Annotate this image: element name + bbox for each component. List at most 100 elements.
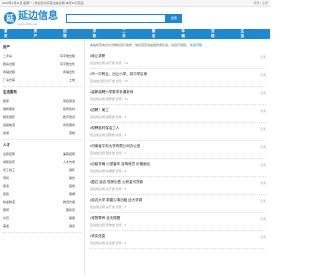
search-button[interactable]: 搜索 xyxy=(166,13,182,23)
sidebar-link[interactable]: 土地 xyxy=(69,78,75,82)
sidebar-link[interactable]: 搬家 xyxy=(3,99,9,103)
sidebar-divider xyxy=(3,232,81,233)
sidebar-link[interactable]: 家政保洁 xyxy=(63,99,75,103)
post-meta: 延边信息网 生活类 浏览：3 xyxy=(90,241,127,245)
sidebar-link[interactable]: 兼职招聘 xyxy=(63,152,75,156)
sidebar-link[interactable]: 全职招聘 xyxy=(3,152,15,156)
list-item[interactable]: •招聘！美工 今天 延边信息网 招聘类 浏览：9 xyxy=(90,105,266,123)
sidebar-divider xyxy=(3,139,81,140)
nav-home[interactable]: 首页 xyxy=(4,29,10,39)
sidebar-link[interactable]: 人才市场 xyxy=(63,160,75,164)
sidebar-link[interactable]: 美发 xyxy=(3,224,9,228)
notice-text: 本站所有信息均为网友自行发布，信息真实性由发布者负责，请自行辨别。 免责声明 xyxy=(90,43,266,47)
post-title[interactable]: •转让求职 xyxy=(90,54,105,59)
sidebar-row: 司机 餐饮 xyxy=(3,176,81,180)
nav-vehicles[interactable]: 车辆 xyxy=(181,29,187,39)
post-date: 今天 xyxy=(259,144,266,149)
post-date: 今天 xyxy=(259,72,266,77)
sidebar-link[interactable]: 旅游 xyxy=(3,131,9,135)
list-item[interactable]: •转让求职 今天 延边信息网 房产类 浏览：23 xyxy=(90,51,266,69)
list-item[interactable]: •盈石 延边 现房出售 公积金可贷款 今天延边信息网 房产类 浏览：5 xyxy=(90,177,266,195)
nav-services[interactable]: 服务 xyxy=(152,29,158,39)
nav-realestate[interactable]: 房产 xyxy=(34,29,40,39)
sidebar-link[interactable]: 二手房 xyxy=(3,54,12,58)
login-links[interactable]: 登录 | 注册 xyxy=(254,1,268,5)
sidebar-group-title: 房产 xyxy=(3,45,10,49)
post-date: 今天 xyxy=(259,90,266,95)
sidebar-link[interactable]: 家政 xyxy=(3,192,9,196)
site-logo[interactable]: 延 延边信息 www.yb0k.com xyxy=(4,11,64,26)
sidebar-link[interactable]: 销售 xyxy=(69,168,75,172)
disclaimer-link[interactable]: 免责声明 xyxy=(190,43,202,47)
site-header: 延 延边信息 www.yb0k.com 搜索 xyxy=(0,7,270,29)
list-item[interactable]: •现聘临时保洁工人 今天 延边信息网 招聘类 浏览：8 xyxy=(90,123,266,141)
sidebar-link[interactable]: 餐饮 xyxy=(69,176,75,180)
post-title[interactable]: •盈石 延边 现房出售 公积金可贷款 xyxy=(90,180,143,185)
sidebar-link[interactable]: 普工技工 xyxy=(3,168,15,172)
post-meta: 延边信息网 招聘类 浏览：12 xyxy=(90,97,129,101)
sidebar-link[interactable]: 装修建材 xyxy=(63,107,75,111)
logo-name: 延边信息 xyxy=(18,10,58,22)
sidebar-link[interactable]: 商务服务 xyxy=(63,123,75,127)
list-item[interactable]: •河南省平安大学有限公司办公室 今天 延边信息网 服务类 浏览：7 xyxy=(90,141,266,159)
sidebar-row: 二手房 写字楼出租 xyxy=(3,54,81,58)
sidebar-row: 家政 保姆 xyxy=(3,192,81,196)
sidebar-link[interactable]: 厨师 xyxy=(3,208,9,212)
sidebar-row: 旅游 宠物 xyxy=(3,131,81,135)
sidebar-link[interactable]: 求职简历 xyxy=(3,160,15,164)
sidebar-link[interactable]: 维修服务 xyxy=(3,107,15,111)
sidebar-link[interactable]: 保姆 xyxy=(69,192,75,196)
post-title[interactable]: •市一中附近，出让小学、初中学区房 xyxy=(90,72,147,77)
sidebar-link[interactable]: 快递物流 xyxy=(3,200,15,204)
sidebar-link[interactable]: 美容 xyxy=(69,216,75,220)
sidebar-link[interactable]: 教育培训 xyxy=(63,115,75,119)
sidebar-link[interactable]: 服务员 xyxy=(66,208,75,212)
post-title[interactable]: •高薪诚聘小学数学补课老师 xyxy=(90,90,133,95)
sidebar-link[interactable]: 保洁 xyxy=(3,184,9,188)
sidebar-link[interactable]: 婚庆摄影 xyxy=(3,115,15,119)
post-meta: 延边信息网 房产类 浏览：5 xyxy=(90,187,127,191)
post-title[interactable]: •河南省平安大学有限公司办公室 xyxy=(90,144,140,149)
post-title[interactable]: •延边大学 新建公寓出租 近大学城 xyxy=(90,198,142,203)
nav-life[interactable]: 生活 xyxy=(241,29,247,39)
sidebar-link[interactable]: 写字楼出租 xyxy=(60,54,75,58)
post-meta: 延边信息网 房产类 浏览：15 xyxy=(90,79,129,83)
list-item[interactable]: •求实信息 今天 延边信息网 生活类 浏览：3 xyxy=(90,231,266,249)
post-date: 今天 xyxy=(259,126,266,131)
sidebar-row: 厂房仓库 土地 xyxy=(3,78,81,82)
search-input[interactable] xyxy=(66,13,166,23)
list-item[interactable]: •宠物寄养 全天照看 今天 延边信息网 宠物类 浏览：4 xyxy=(90,213,266,231)
sidebar-link[interactable]: 租房出租 xyxy=(3,62,15,66)
sidebar-link[interactable]: 文员 xyxy=(3,216,9,220)
sidebar-link[interactable]: 运输物流 xyxy=(3,123,15,127)
sidebar-row: 美发 健身 xyxy=(3,224,81,228)
nav-pets[interactable]: 宠物 xyxy=(211,29,217,39)
main-content: 本站所有信息均为网友自行发布，信息真实性由发布者负责，请自行辨别。 免责声明 •… xyxy=(90,40,266,275)
sidebar-link[interactable]: 商铺出租 xyxy=(3,70,15,74)
list-item[interactable]: •出租车辆 小型客车 含驾驶员 价格面议 今天 延边信息网 车辆类 浏览：6 xyxy=(90,159,266,177)
sidebar-link[interactable]: 物流仓储 xyxy=(63,200,75,204)
nav-resume[interactable]: 求职 xyxy=(93,29,99,39)
list-item[interactable]: •市一中附近，出让小学、初中学区房 今天延边信息网 房产类 浏览：15 xyxy=(90,69,266,87)
sidebar-link[interactable]: 商铺出售 xyxy=(63,70,75,74)
post-date: 今天 xyxy=(259,180,266,185)
sidebar-link[interactable]: 健身 xyxy=(69,224,75,228)
sidebar-row: 全职招聘 兼职招聘 xyxy=(3,152,81,156)
notice-body: 本站所有信息均为网友自行发布，信息真实性由发布者负责，请自行辨别。 xyxy=(90,43,190,47)
post-title[interactable]: •招聘！美工 xyxy=(90,108,109,113)
nav-jobs[interactable]: 招聘 xyxy=(63,29,69,39)
sidebar-link[interactable]: 厂房仓库 xyxy=(3,78,15,82)
list-item[interactable]: •延边大学 新建公寓出租 近大学城 今天 延边信息网 房产类 浏览：5 xyxy=(90,195,266,213)
list-item[interactable]: •高薪诚聘小学数学补课老师 今天延边信息网 招聘类 浏览：12 xyxy=(90,87,266,105)
post-title[interactable]: •宠物寄养 全天照看 xyxy=(90,216,120,221)
sidebar-row: 文员 美容 xyxy=(3,216,81,220)
sidebar-link[interactable]: 司机 xyxy=(3,176,9,180)
search-bar: 搜索 xyxy=(66,13,182,23)
post-title[interactable]: •求实信息 xyxy=(90,234,105,239)
nav-secondhand[interactable]: 二手 xyxy=(122,29,128,39)
post-title[interactable]: •现聘临时保洁工人 xyxy=(90,126,119,131)
sidebar-link[interactable]: 其他 xyxy=(69,184,75,188)
sidebar-link[interactable]: 宠物 xyxy=(69,131,75,135)
sidebar-link[interactable]: 写字楼出售 xyxy=(60,62,75,66)
post-title[interactable]: •出租车辆 小型客车 含驾驶员 价格面议 xyxy=(90,162,150,167)
